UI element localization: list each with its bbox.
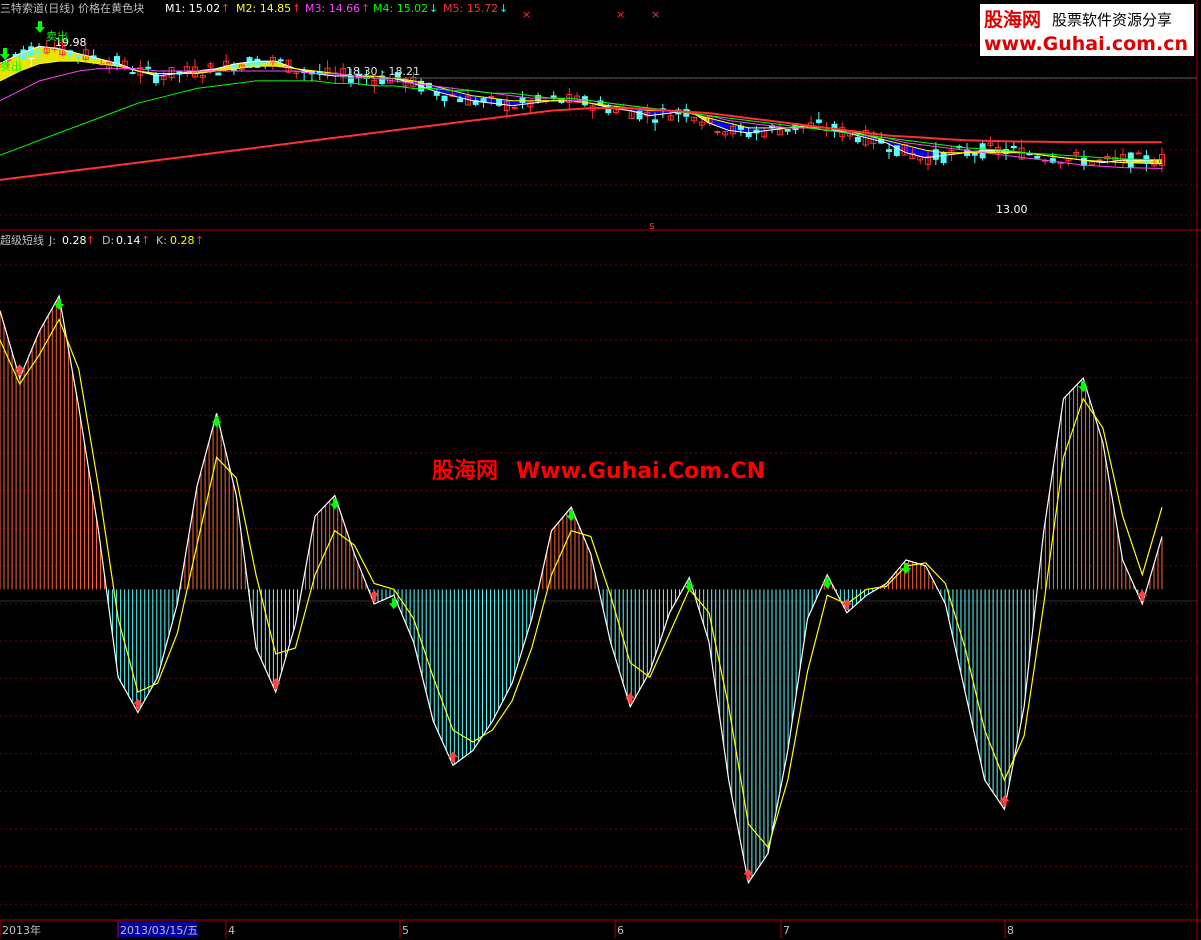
candle-body — [277, 59, 284, 62]
candle-body — [815, 119, 822, 123]
ma-legend-arrow: ↓ — [499, 2, 508, 15]
ma-legend-item: M3: 14.66 — [305, 2, 360, 15]
date-label: 2013年 — [2, 923, 41, 937]
watermark-logo-url: www.Guhai.com.cn — [984, 33, 1188, 55]
ma-legend-item: M4: 15.02 — [373, 2, 428, 15]
sell-label: 卖出 — [46, 29, 68, 43]
candle-body — [550, 95, 557, 98]
candle-body — [129, 72, 136, 75]
candle-body — [940, 151, 947, 164]
sell-label: 卖出 — [0, 59, 22, 73]
date-label: 5 — [402, 924, 409, 937]
ma-legend-arrow: ↑ — [292, 2, 301, 15]
candle-body — [1081, 157, 1088, 166]
s-marker: s — [649, 219, 655, 232]
ma-legend-arrow: ↑ — [221, 2, 230, 15]
candle-body — [441, 95, 448, 102]
crosshair-mark: × — [522, 8, 531, 21]
watermark-logo-cn: 股海网 — [984, 8, 1041, 31]
candle-body — [886, 149, 893, 152]
candle-body — [971, 152, 978, 156]
low-price-marker: 13.00 — [996, 203, 1028, 216]
ma-legend-arrow: ↓ — [429, 2, 438, 15]
upper-indicator-title: 三特索道(日线) 价格在黄色块 — [0, 1, 144, 15]
candle-body — [457, 98, 464, 103]
candle-body — [113, 56, 120, 67]
center-watermark-url: Www.Guhai.Com.CN — [516, 459, 765, 484]
candle-body — [1034, 155, 1041, 159]
ma-legend-item: M2: 14.85 — [236, 2, 291, 15]
k-value: 0.28 — [170, 234, 195, 247]
candle-body — [74, 55, 81, 58]
d-arrow: ↑ — [141, 234, 150, 247]
candle-body — [784, 128, 791, 132]
j-arrow: ↑ — [86, 234, 95, 247]
date-label: 2013/03/15/五 — [120, 924, 198, 937]
candle-body — [745, 132, 752, 138]
center-watermark-cn: 股海网 — [432, 458, 498, 484]
range-label: 18.30 - 18.21 — [346, 65, 420, 78]
ma-legend: M1: 15.02 ↑ M2: 14.85 ↑ M3: 14.66 ↑ M4: 15.02 ↓… — [165, 2, 508, 15]
candle-body — [145, 66, 152, 69]
j-label: J: — [48, 234, 56, 247]
d-label: D: — [102, 234, 114, 247]
stock-chart-canvas: 三特索道(日线) 价格在黄色块 M1: 15.02 ↑ M2: 14.85 ↑ M3: … — [0, 0, 1201, 940]
j-value: 0.28 — [62, 234, 87, 247]
ma-legend-item: M1: 15.02 — [165, 2, 220, 15]
lower-indicator-title: 超级短线 — [0, 233, 44, 247]
t-marker: T — [27, 56, 35, 69]
d-value: 0.14 — [116, 234, 141, 247]
date-label: 6 — [617, 924, 624, 937]
candle-body — [714, 130, 721, 133]
candle-body — [230, 63, 237, 72]
date-label: 4 — [228, 924, 235, 937]
date-label: 8 — [1007, 924, 1014, 937]
ma-legend-arrow: ↑ — [361, 2, 370, 15]
k-label: K: — [156, 234, 167, 247]
candle-body — [35, 50, 42, 54]
watermark-logo-tag: 股票软件资源分享 — [1052, 11, 1172, 29]
candle-body — [1135, 152, 1142, 155]
candle-body — [652, 119, 659, 123]
candle-body — [1010, 145, 1017, 149]
candle-body — [854, 136, 861, 143]
candle-body — [215, 72, 222, 76]
crosshair-mark: × — [616, 8, 625, 21]
candle-body — [262, 60, 269, 63]
date-label: 7 — [783, 924, 790, 937]
candle-body — [488, 95, 495, 98]
k-arrow: ↑ — [195, 234, 204, 247]
ma-legend-item: M5: 15.72 — [443, 2, 498, 15]
crosshair-mark: × — [651, 8, 660, 21]
candle-body — [28, 46, 35, 55]
